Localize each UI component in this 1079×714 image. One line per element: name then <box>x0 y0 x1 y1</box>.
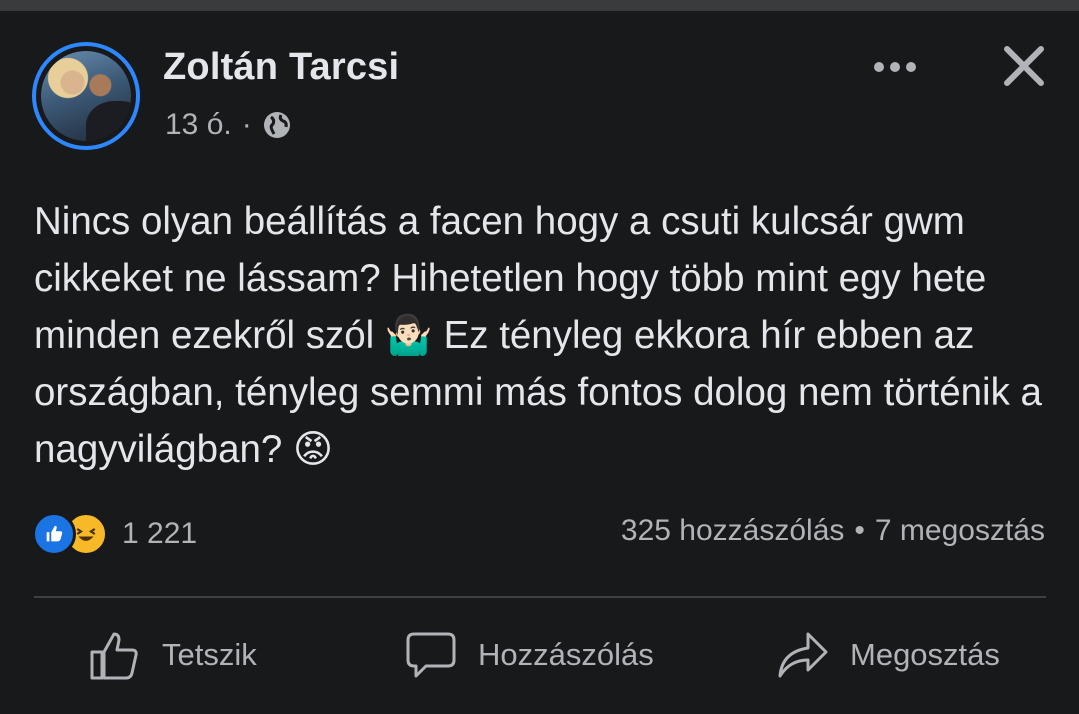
more-dots-icon[interactable] <box>870 54 920 80</box>
like-button[interactable]: Tetszik <box>88 628 257 682</box>
comment-label: Hozzászólás <box>478 637 654 672</box>
globe-icon[interactable] <box>262 110 292 140</box>
avatar[interactable] <box>32 42 140 150</box>
like-label: Tetszik <box>162 637 257 672</box>
top-edge-bar <box>0 0 1079 11</box>
comments-count[interactable]: 325 hozzászólás <box>621 514 844 548</box>
post-stats: 325 hozzászólás • 7 megosztás <box>621 514 1045 548</box>
reaction-count: 1 221 <box>122 517 198 550</box>
divider <box>34 596 1046 598</box>
post-meta: 13 ó. · <box>165 108 292 142</box>
author-name[interactable]: Zoltán Tarcsi <box>163 46 399 89</box>
comment-icon <box>406 632 456 678</box>
meta-separator: · <box>241 108 252 141</box>
close-icon[interactable] <box>1002 44 1046 88</box>
comment-button[interactable]: Hozzászólás <box>404 628 654 682</box>
share-button[interactable]: Megosztás <box>776 628 1000 682</box>
avatar-photo <box>41 51 131 141</box>
shares-count[interactable]: 7 megosztás <box>875 514 1045 548</box>
thumbs-up-icon <box>90 632 138 680</box>
share-label: Megosztás <box>850 637 1000 672</box>
like-reaction-icon <box>32 512 76 556</box>
stats-dot: • <box>854 514 865 547</box>
post-time[interactable]: 13 ó. <box>165 108 232 142</box>
share-arrow-icon <box>778 632 828 678</box>
reaction-summary[interactable]: 1 221 <box>32 512 197 556</box>
post-text: Nincs olyan beállítás a facen hogy a csu… <box>34 200 1042 471</box>
